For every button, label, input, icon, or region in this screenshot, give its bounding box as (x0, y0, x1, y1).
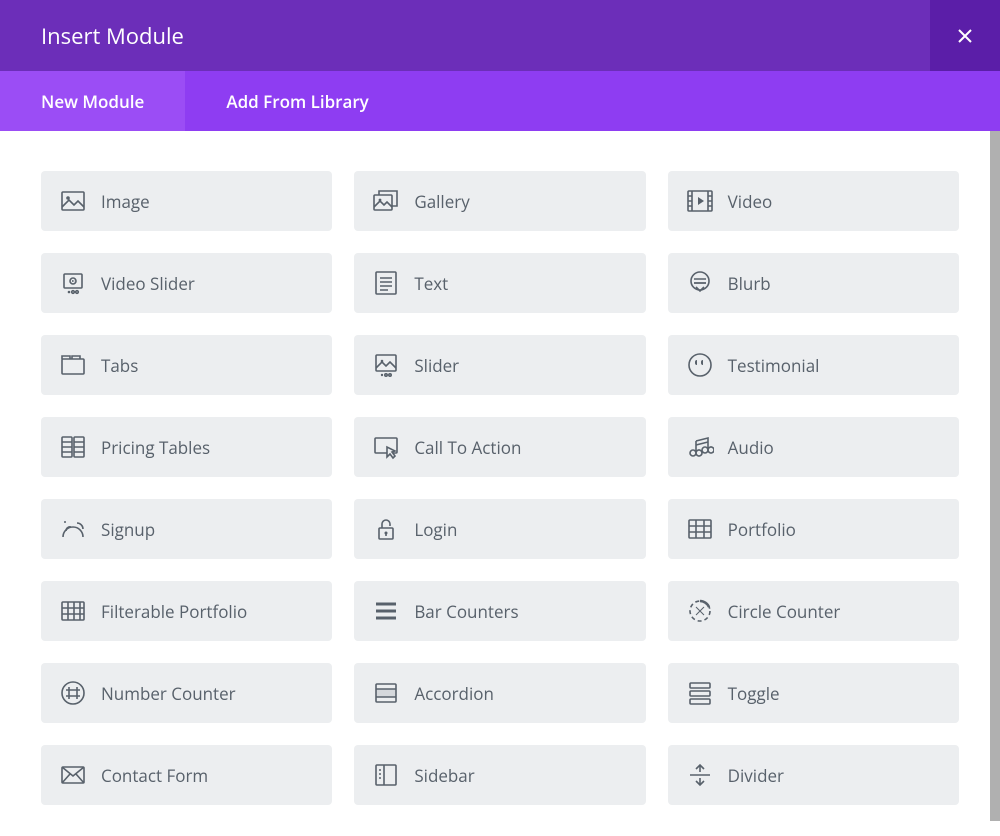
module-label: Bar Counters (414, 600, 518, 623)
call-to-action-icon (372, 433, 400, 461)
module-text[interactable]: Text (354, 253, 645, 313)
module-label: Blurb (728, 272, 771, 295)
module-label: Circle Counter (728, 600, 841, 623)
module-accordion[interactable]: Accordion (354, 663, 645, 723)
module-label: Contact Form (101, 764, 208, 787)
module-label: Tabs (101, 354, 138, 377)
module-label: Number Counter (101, 682, 236, 705)
toggle-icon (686, 679, 714, 707)
module-label: Testimonial (728, 354, 820, 377)
module-signup[interactable]: Signup (41, 499, 332, 559)
scrollbar[interactable] (990, 131, 1000, 821)
tab-add-from-library[interactable]: Add From Library (185, 71, 409, 131)
portfolio-icon (686, 515, 714, 543)
module-list: Image Gallery Video Video Slider Text Blurb Ta… (0, 131, 1000, 836)
module-label: Call To Action (414, 436, 521, 459)
bar-counters-icon (372, 597, 400, 625)
video-icon (686, 187, 714, 215)
module-bar-counters[interactable]: Bar Counters (354, 581, 645, 641)
module-label: Sidebar (414, 764, 474, 787)
close-icon (957, 28, 973, 44)
module-label: Accordion (414, 682, 494, 705)
module-gallery[interactable]: Gallery (354, 171, 645, 231)
image-icon (59, 187, 87, 215)
module-circle-counter[interactable]: Circle Counter (668, 581, 959, 641)
blurb-icon (686, 269, 714, 297)
module-sidebar[interactable]: Sidebar (354, 745, 645, 805)
contact-form-icon (59, 761, 87, 789)
module-toggle[interactable]: Toggle (668, 663, 959, 723)
module-label: Gallery (414, 190, 469, 213)
circle-counter-icon (686, 597, 714, 625)
module-label: Video (728, 190, 773, 213)
module-label: Login (414, 518, 457, 541)
module-image[interactable]: Image (41, 171, 332, 231)
module-login[interactable]: Login (354, 499, 645, 559)
testimonial-icon (686, 351, 714, 379)
signup-icon (59, 515, 87, 543)
tab-label: Add From Library (226, 90, 368, 113)
login-icon (372, 515, 400, 543)
module-portfolio[interactable]: Portfolio (668, 499, 959, 559)
audio-icon (686, 433, 714, 461)
module-audio[interactable]: Audio (668, 417, 959, 477)
module-number-counter[interactable]: Number Counter (41, 663, 332, 723)
module-label: Toggle (728, 682, 780, 705)
modal-header: Insert Module (0, 0, 1000, 71)
tabs-icon (59, 351, 87, 379)
pricing-tables-icon (59, 433, 87, 461)
gallery-icon (372, 187, 400, 215)
module-label: Filterable Portfolio (101, 600, 247, 623)
tab-bar: New Module Add From Library (0, 71, 1000, 131)
accordion-icon (372, 679, 400, 707)
module-label: Signup (101, 518, 155, 541)
module-label: Portfolio (728, 518, 796, 541)
module-label: Image (101, 190, 150, 213)
module-video-slider[interactable]: Video Slider (41, 253, 332, 313)
video-slider-icon (59, 269, 87, 297)
filterable-portfolio-icon (59, 597, 87, 625)
module-slider[interactable]: Slider (354, 335, 645, 395)
text-icon (372, 269, 400, 297)
module-blurb[interactable]: Blurb (668, 253, 959, 313)
modal-title: Insert Module (41, 21, 184, 51)
slider-icon (372, 351, 400, 379)
tab-new-module[interactable]: New Module (0, 71, 185, 131)
module-divider[interactable]: Divider (668, 745, 959, 805)
module-call-to-action[interactable]: Call To Action (354, 417, 645, 477)
module-label: Video Slider (101, 272, 195, 295)
module-contact-form[interactable]: Contact Form (41, 745, 332, 805)
module-label: Slider (414, 354, 459, 377)
module-video[interactable]: Video (668, 171, 959, 231)
module-label: Text (414, 272, 448, 295)
number-counter-icon (59, 679, 87, 707)
close-button[interactable] (930, 0, 1000, 71)
module-pricing-tables[interactable]: Pricing Tables (41, 417, 332, 477)
module-testimonial[interactable]: Testimonial (668, 335, 959, 395)
module-label: Pricing Tables (101, 436, 210, 459)
module-label: Audio (728, 436, 774, 459)
divider-icon (686, 761, 714, 789)
tab-label: New Module (41, 90, 144, 113)
module-label: Divider (728, 764, 784, 787)
sidebar-icon (372, 761, 400, 789)
module-filterable-portfolio[interactable]: Filterable Portfolio (41, 581, 332, 641)
module-tabs[interactable]: Tabs (41, 335, 332, 395)
